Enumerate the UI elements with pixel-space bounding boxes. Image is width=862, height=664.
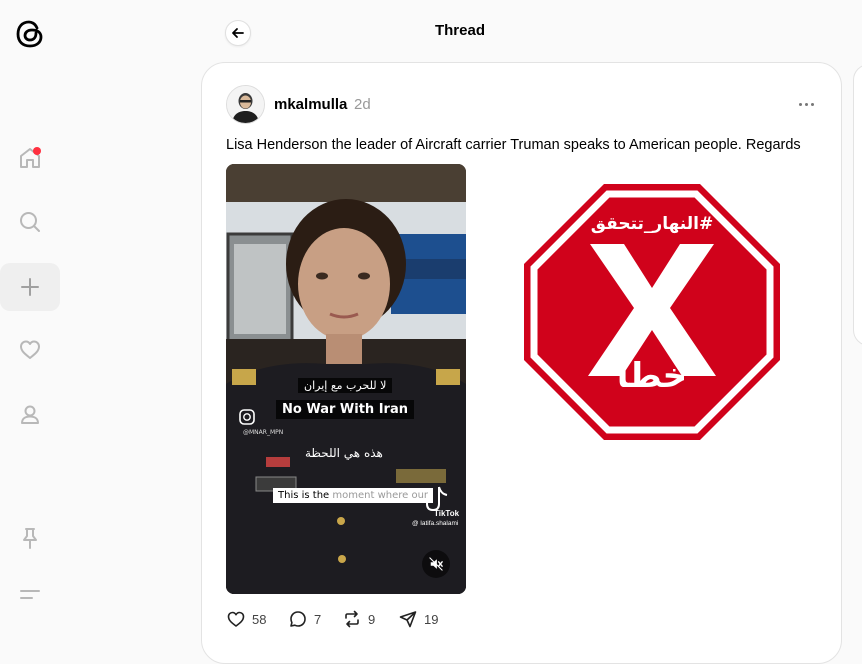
repost-icon: [345, 610, 359, 628]
nav-home[interactable]: [0, 134, 60, 182]
nav-search[interactable]: [0, 198, 60, 246]
video-subtitle-main: This is the: [278, 490, 333, 501]
post-text: Lisa Henderson the leader of Aircraft ca…: [226, 137, 801, 153]
video-subtitle: This is the moment where our: [273, 488, 434, 503]
like-button[interactable]: 58: [226, 609, 266, 629]
notification-dot: [33, 147, 41, 155]
heart-icon: [20, 340, 40, 359]
mute-button[interactable]: [422, 550, 450, 578]
arrow-left-icon: [232, 28, 244, 38]
share-count: 19: [424, 611, 439, 627]
nav-create[interactable]: [0, 263, 60, 311]
pin-icon: [23, 528, 37, 549]
comment-icon: [290, 611, 306, 627]
back-button[interactable]: [225, 20, 251, 46]
repost-button[interactable]: 9: [342, 609, 375, 629]
tiktok-username: @ latifa.shalami: [412, 520, 459, 527]
plus-icon: [21, 278, 39, 296]
fact-check-verdict: خطأ: [616, 356, 688, 396]
more-dot-icon: [810, 102, 814, 106]
adjacent-card: [853, 64, 862, 346]
nav-pin[interactable]: [0, 514, 60, 562]
speaker-muted-icon: [429, 557, 443, 571]
post-username[interactable]: mkalmulla: [274, 96, 347, 113]
more-dot-icon: [804, 102, 808, 106]
comment-button[interactable]: 7: [288, 609, 321, 629]
share-button[interactable]: 19: [398, 609, 438, 629]
post-timestamp[interactable]: 2d: [354, 96, 371, 113]
profile-icon: [21, 405, 39, 424]
menu-icon: [20, 590, 40, 599]
nav-profile[interactable]: [0, 391, 60, 439]
video-watermark: @MNAR_MPN: [243, 429, 284, 436]
comment-count: 7: [314, 611, 322, 627]
avatar[interactable]: [226, 85, 265, 124]
more-options-button[interactable]: [796, 96, 816, 112]
heart-icon: [227, 611, 245, 627]
video-caption-arabic-mid: هذه هي اللحظة: [305, 446, 383, 460]
fact-check-hashtag: #النهار_تتحقق: [590, 214, 714, 234]
nav-menu[interactable]: [0, 570, 60, 618]
nav-activity[interactable]: [0, 326, 60, 374]
send-icon: [399, 611, 417, 628]
tiktok-label: TikTok: [434, 509, 460, 518]
video-caption-arabic-top: لا للحرب مع إيران: [298, 378, 393, 393]
video-caption-english: No War With Iran: [276, 400, 414, 419]
page-title: Thread: [434, 22, 485, 39]
search-icon: [20, 212, 40, 232]
repost-count: 9: [368, 611, 376, 627]
like-count: 58: [252, 611, 267, 627]
threads-logo-icon[interactable]: [13, 17, 47, 51]
sidebar: [0, 0, 62, 638]
more-dot-icon: [798, 102, 802, 106]
video-subtitle-dim: moment where our: [332, 490, 429, 501]
fact-check-image[interactable]: #النهار_تتحقق خطأ: [520, 180, 784, 444]
